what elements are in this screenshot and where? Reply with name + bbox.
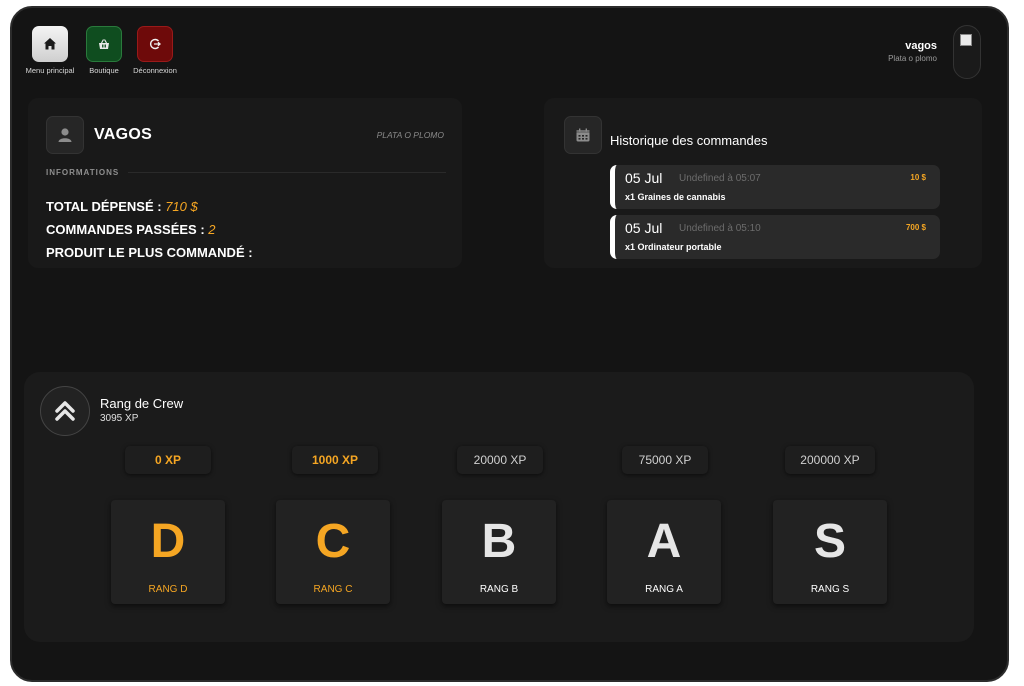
user-subtitle: Plata o plomo bbox=[888, 54, 937, 63]
rank-letter: A bbox=[646, 515, 682, 568]
stat-total-spent: TOTAL DÉPENSÉ : 710 $ bbox=[46, 199, 198, 214]
xp-threshold: 200000 XP bbox=[785, 446, 875, 474]
rank-name: RANG C bbox=[313, 584, 353, 595]
rank-xp: 3095 XP bbox=[100, 413, 139, 424]
basket-icon bbox=[86, 26, 122, 62]
rank-title: Rang de Crew bbox=[100, 396, 184, 411]
order-price: 10 $ bbox=[910, 173, 926, 182]
deconnexion-button[interactable]: Déconnexion bbox=[125, 26, 185, 75]
user-icon bbox=[46, 116, 84, 154]
history-title: Historique des commandes bbox=[610, 133, 768, 148]
rank-name: RANG S bbox=[810, 584, 850, 595]
crew-rank-card: Rang de Crew 3095 XP 0 XP 1000 XP 20000 … bbox=[24, 372, 974, 642]
rank-letter: D bbox=[150, 515, 186, 568]
app-window: Menu principal Boutique Déconnexion vago… bbox=[10, 6, 1009, 682]
order-time: Undefined à 05:10 bbox=[679, 223, 761, 234]
nav-label: Menu principal bbox=[25, 66, 75, 75]
xp-threshold: 75000 XP bbox=[622, 446, 708, 474]
order-date: 05 Jul bbox=[625, 170, 663, 186]
nav-label: Déconnexion bbox=[133, 66, 177, 75]
calendar-icon bbox=[564, 116, 602, 154]
rank-letter: C bbox=[315, 515, 351, 568]
stat-label: COMMANDES PASSÉES : bbox=[46, 222, 205, 237]
order-price: 700 $ bbox=[905, 223, 926, 232]
gang-motto: PLATA O PLOMO bbox=[376, 130, 444, 140]
order-history-card: Historique des commandes 05 Jul Undefine… bbox=[544, 98, 982, 268]
home-icon bbox=[32, 26, 68, 62]
avatar[interactable] bbox=[953, 25, 981, 79]
order-time: Undefined à 05:07 bbox=[679, 173, 761, 184]
xp-threshold: 0 XP bbox=[125, 446, 211, 474]
order-date: 05 Jul bbox=[625, 220, 663, 236]
rank-tile-d: D RANG D bbox=[111, 500, 225, 604]
broken-image-icon bbox=[960, 34, 972, 46]
order-item[interactable]: 05 Jul Undefined à 05:07 10 $ x1 Graines… bbox=[610, 165, 940, 209]
gang-name: VAGOS bbox=[94, 126, 153, 143]
order-product: x1 Ordinateur portable bbox=[625, 242, 722, 252]
rank-tile-c: C RANG C bbox=[276, 500, 390, 604]
rank-name: RANG B bbox=[479, 584, 519, 595]
rank-tile-b: B RANG B bbox=[442, 500, 556, 604]
rank-name: RANG A bbox=[645, 584, 683, 595]
rank-letter: S bbox=[813, 515, 846, 568]
divider bbox=[128, 172, 446, 173]
stat-label: TOTAL DÉPENSÉ : bbox=[46, 199, 162, 214]
xp-threshold: 1000 XP bbox=[292, 446, 378, 474]
stat-orders-count: COMMANDES PASSÉES : 2 bbox=[46, 222, 216, 237]
logout-icon bbox=[137, 26, 173, 62]
xp-threshold: 20000 XP bbox=[457, 446, 543, 474]
rank-tile-a: A RANG A bbox=[607, 500, 721, 604]
stat-value: 2 bbox=[208, 222, 216, 237]
stat-value: 710 $ bbox=[165, 199, 198, 214]
section-title: INFORMATIONS bbox=[46, 168, 120, 177]
order-item[interactable]: 05 Jul Undefined à 05:10 700 $ x1 Ordina… bbox=[610, 215, 940, 259]
user-name: vagos bbox=[905, 40, 937, 52]
rank-tile-s: S RANG S bbox=[773, 500, 887, 604]
order-product: x1 Graines de cannabis bbox=[625, 192, 726, 202]
stat-label: PRODUIT LE PLUS COMMANDÉ : bbox=[46, 245, 253, 260]
stat-top-product: PRODUIT LE PLUS COMMANDÉ : bbox=[46, 245, 253, 260]
rank-letter: B bbox=[481, 515, 517, 568]
menu-principal-button[interactable]: Menu principal bbox=[20, 26, 80, 75]
gang-info-card: VAGOS PLATA O PLOMO INFORMATIONS TOTAL D… bbox=[28, 98, 462, 268]
rank-name: RANG D bbox=[148, 584, 188, 595]
rank-chevrons-icon bbox=[40, 386, 90, 436]
